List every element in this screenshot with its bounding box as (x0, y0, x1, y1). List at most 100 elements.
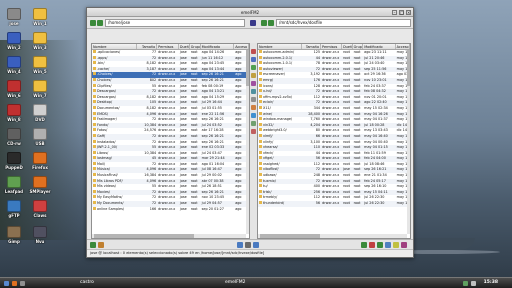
desktop-icon[interactable]: Win_5 (28, 56, 52, 74)
column-header[interactable]: Nombre (92, 44, 138, 49)
file-owner: root (343, 201, 350, 206)
desktop-icon[interactable]: Win_8 (2, 104, 26, 122)
settings-icon[interactable] (251, 97, 256, 102)
desktop-icon[interactable]: SMPlayer (28, 176, 52, 194)
forward-arrow-icon[interactable] (97, 20, 103, 26)
right-back-arrow-icon[interactable] (261, 20, 267, 26)
right-filter-icon[interactable] (401, 242, 407, 248)
right-home-icon[interactable] (361, 242, 367, 248)
close-button[interactable]: × (406, 10, 411, 15)
column-header[interactable]: Tamaño (137, 44, 158, 49)
right-horizontal-scrollbar[interactable] (258, 234, 407, 238)
column-header[interactable]: Dueño (342, 44, 353, 49)
column-header[interactable]: Tamaño (302, 44, 322, 49)
right-stop-icon[interactable] (369, 242, 375, 248)
left-vertical-scrollbar[interactable] (246, 50, 249, 234)
right-bookmark-icon[interactable] (393, 242, 399, 248)
left-path-input[interactable]: /home/jose (105, 19, 245, 27)
folder-icon (93, 167, 96, 171)
app-icon (7, 32, 21, 44)
desktop-icon[interactable]: CD-rw (2, 128, 26, 146)
left-home-icon[interactable] (90, 242, 96, 248)
taskbar-user-label[interactable]: castro (80, 280, 94, 285)
filter-icon[interactable] (251, 113, 256, 118)
split-icon[interactable] (237, 242, 243, 248)
bookmark-icon[interactable] (251, 129, 256, 134)
desktop-icon[interactable]: Win_2 (2, 32, 26, 50)
mirror-icon[interactable] (253, 242, 259, 248)
right-up-icon[interactable] (377, 242, 383, 248)
folder-icon (93, 195, 96, 199)
terminal-icon[interactable] (251, 105, 256, 110)
column-header[interactable]: Permisos (321, 44, 343, 49)
sync-icon[interactable] (250, 20, 256, 26)
desktop-icon[interactable]: Firefox (28, 152, 52, 170)
desktop-icon[interactable]: Nvu (28, 226, 52, 244)
column-header[interactable]: Grupo (190, 44, 201, 49)
folder-icon (93, 83, 96, 87)
link-icon[interactable] (251, 65, 256, 70)
delete-icon[interactable] (251, 81, 256, 86)
volume-icon[interactable] (471, 281, 476, 286)
desktop-icon[interactable]: Leafpad (2, 176, 26, 194)
desktop-icon[interactable]: Win_3 (28, 32, 52, 50)
desktop-icon[interactable]: Win_6 (2, 80, 26, 98)
desktop-icon[interactable]: Win_7 (28, 80, 52, 98)
folder-icon (259, 133, 262, 137)
folder-icon (93, 105, 96, 109)
info-icon[interactable] (251, 89, 256, 94)
desktop-icon-label: Win_5 (33, 69, 47, 74)
copy-icon[interactable] (251, 49, 256, 54)
column-header[interactable]: Modificado (363, 44, 396, 49)
column-header[interactable]: Modificado (201, 44, 235, 49)
folder-icon (259, 61, 262, 65)
desktop-icon[interactable]: gFTP (2, 200, 26, 218)
folder-icon (93, 184, 96, 188)
back-arrow-icon[interactable] (90, 20, 96, 26)
network-icon[interactable] (463, 281, 468, 286)
browser-launcher-icon[interactable] (12, 281, 17, 286)
column-header[interactable]: Dueño (179, 44, 190, 49)
column-header[interactable]: Acceso (396, 44, 410, 49)
file-row[interactable]: thunderbird/56 drwxr-xr-x root root jul 26 2… (258, 201, 410, 207)
terminal-launcher-icon[interactable] (20, 281, 25, 286)
column-header[interactable]: Grupo (353, 44, 364, 49)
right-hidden-icon[interactable] (385, 242, 391, 248)
file-name-text: udbase/ (263, 173, 277, 178)
minimize-button[interactable]: – (392, 10, 397, 15)
folder-icon (259, 89, 262, 93)
desktop-icon[interactable]: DVD (28, 104, 52, 122)
path-toolbar: /home/jose /mnt/sdc/hvex/dosfile (87, 17, 413, 29)
file-row[interactable]: online Samples/166 drwxr-xr-x jose root sep … (92, 206, 249, 213)
window-titlebar[interactable]: emelFM2 – □ × (87, 8, 413, 17)
column-header[interactable]: Permisos (157, 44, 179, 49)
desktop-icon[interactable]: Gimp (2, 226, 26, 244)
desktop-icon[interactable]: Claws (28, 200, 52, 218)
desktop-icon[interactable]: Win_4 (2, 56, 26, 74)
right-path-input[interactable]: /mnt/sdc/hvex/dosfile (276, 19, 411, 27)
folder-icon (259, 195, 262, 199)
taskbar-window-button[interactable]: emelFM2 (225, 280, 246, 285)
clock[interactable]: 15:38 (484, 280, 498, 285)
refresh-icon[interactable] (251, 121, 256, 126)
start-menu-icon[interactable] (4, 281, 9, 286)
column-header[interactable]: Nombre (258, 44, 302, 49)
left-horizontal-scrollbar[interactable] (92, 234, 246, 238)
desktop-icon[interactable]: USB (28, 128, 52, 146)
rename-icon[interactable] (251, 73, 256, 78)
desktop-icon[interactable]: jose (2, 8, 26, 26)
file-name-text: viboflbsf/ (263, 167, 279, 172)
desktop-icon-label: SMPlayer (29, 189, 51, 194)
column-header[interactable]: Acceso (234, 44, 249, 49)
move-icon[interactable] (251, 57, 256, 62)
right-vertical-scrollbar[interactable] (407, 50, 410, 234)
desktop-icon[interactable]: Win_1 (28, 8, 52, 26)
maximize-button[interactable]: □ (399, 10, 404, 15)
desktop-icon[interactable]: PuppeD (2, 152, 26, 170)
folder-icon (93, 94, 96, 98)
right-forward-arrow-icon[interactable] (268, 20, 274, 26)
file-name-text: .cache/ (97, 66, 110, 71)
folder-icon (93, 122, 96, 126)
left-up-icon[interactable] (98, 242, 104, 248)
swap-icon[interactable] (245, 242, 251, 248)
